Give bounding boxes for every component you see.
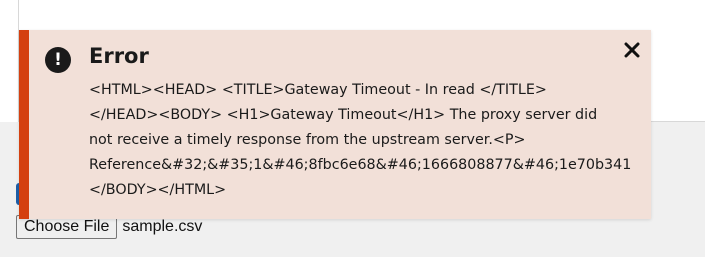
selected-file-name: sample.csv [122,218,203,235]
alert-message-line: Reference&#32;&#35;1&#46;8fbc6e68&#46;16… [89,157,632,173]
alert-message-line: </BODY></HTML> [89,182,227,198]
close-icon [624,42,640,58]
page: Choose File sample.csv ! Error <HTML><HE… [0,0,705,257]
exclamation-circle-icon: ! [45,47,71,73]
error-alert: ! Error <HTML><HEAD> <TITLE>Gateway Time… [19,30,651,219]
alert-title: Error [89,44,149,68]
alert-message-line: </HEAD><BODY> <H1>Gateway Timeout</H1> T… [89,107,598,123]
alert-message-line: <HTML><HEAD> <TITLE>Gateway Timeout - In… [89,82,547,98]
close-alert-button[interactable] [621,39,643,61]
alert-message: <HTML><HEAD> <TITLE>Gateway Timeout - In… [89,78,649,203]
alert-message-line: not receive a timely response from the u… [89,132,526,148]
